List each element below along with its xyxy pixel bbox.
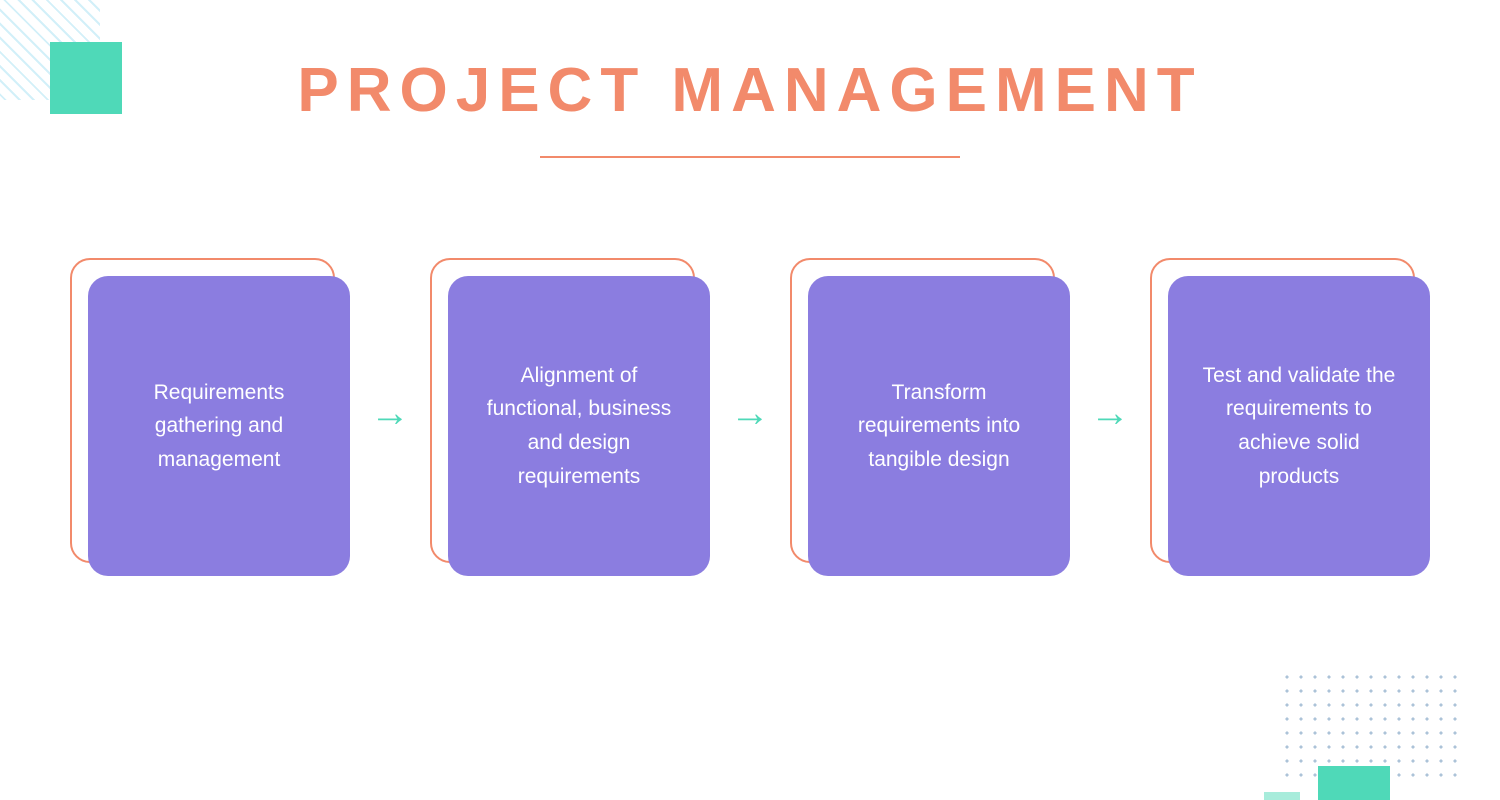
process-flow: Requirements gathering and management → …: [0, 258, 1500, 578]
step-fill: Requirements gathering and management: [88, 276, 350, 576]
step-fill: Alignment of functional, business and de…: [448, 276, 710, 576]
step-text: Transform requirements into tangible des…: [838, 376, 1040, 477]
flow-step-2: Alignment of functional, business and de…: [430, 258, 710, 578]
page-title: PROJECT MANAGEMENT: [0, 55, 1500, 126]
step-fill: Test and validate the requirements to ac…: [1168, 276, 1430, 576]
decorative-square-bottom-right-2: [1264, 792, 1300, 800]
step-text: Alignment of functional, business and de…: [478, 359, 680, 493]
arrow-icon: →: [1090, 393, 1130, 443]
step-text: Requirements gathering and management: [118, 376, 320, 477]
title-underline: [540, 156, 960, 158]
arrow-icon: →: [730, 393, 770, 443]
step-fill: Transform requirements into tangible des…: [808, 276, 1070, 576]
decorative-square-top-left: [50, 42, 122, 114]
step-text: Test and validate the requirements to ac…: [1198, 359, 1400, 493]
decorative-square-bottom-right: [1318, 766, 1390, 800]
decorative-dots: [1280, 670, 1460, 780]
flow-step-4: Test and validate the requirements to ac…: [1150, 258, 1430, 578]
flow-step-1: Requirements gathering and management: [70, 258, 350, 578]
flow-step-3: Transform requirements into tangible des…: [790, 258, 1070, 578]
arrow-icon: →: [370, 393, 410, 443]
title-section: PROJECT MANAGEMENT: [0, 0, 1500, 158]
